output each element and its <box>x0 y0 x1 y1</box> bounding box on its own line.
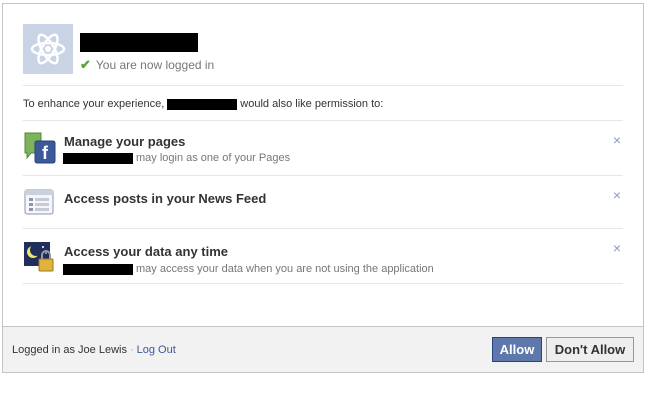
logged-in-as-text: Logged in as Joe Lewis <box>12 344 127 356</box>
remove-permission-button[interactable]: × <box>613 188 621 202</box>
dont-allow-button[interactable]: Don't Allow <box>546 337 634 362</box>
redacted-app-name-inline <box>63 152 133 164</box>
pages-icon: f <box>23 131 56 164</box>
intro-after: would also like permission to: <box>240 98 384 110</box>
dialog-footer: Logged in as Joe Lewis · Log Out Allow Don… <box>3 326 643 372</box>
login-status-text: You are now logged in <box>95 58 215 72</box>
offline-access-icon <box>23 241 55 273</box>
separator: · <box>129 344 134 356</box>
allow-button[interactable]: Allow <box>492 337 542 362</box>
remove-permission-button[interactable]: × <box>613 241 621 255</box>
redacted-app-name-inline <box>63 263 133 275</box>
intro-before: To enhance your experience, <box>23 98 165 110</box>
logout-link[interactable]: Log Out <box>137 344 176 356</box>
checkmark-icon: ✔ <box>80 57 91 72</box>
permission-title: Access your data any time <box>64 244 229 259</box>
permission-title: Access posts in your News Feed <box>64 191 267 206</box>
news-feed-icon <box>23 186 55 218</box>
intro-text: To enhance your experience, would also l… <box>23 98 383 110</box>
permission-item-manage-pages: f Manage your pages may login as one of … <box>23 121 623 175</box>
permission-item-news-feed: Access posts in your News Feed × <box>23 176 623 230</box>
redacted-app-name <box>80 33 198 52</box>
redacted-app-name-inline <box>167 98 238 110</box>
app-header: ✔ You are now logged in <box>23 24 623 76</box>
permission-description: may login as one of your Pages <box>63 152 290 164</box>
permission-description-text: may access your data when you are not us… <box>136 263 434 275</box>
divider <box>23 283 623 284</box>
permission-description-text: may login as one of your Pages <box>136 152 291 164</box>
divider <box>23 85 623 86</box>
svg-text:f: f <box>42 143 49 163</box>
app-logo <box>23 24 73 74</box>
remove-permission-button[interactable]: × <box>613 133 621 147</box>
permission-dialog: ✔ You are now logged in To enhance your … <box>2 3 644 373</box>
login-status: ✔ You are now logged in <box>80 57 214 73</box>
logged-in-info: Logged in as Joe Lewis · Log Out <box>12 344 176 356</box>
permission-title: Manage your pages <box>64 134 186 149</box>
permission-description: may access your data when you are not us… <box>63 263 434 275</box>
atom-icon <box>30 33 66 65</box>
permission-item-offline-access: Access your data any time may access you… <box>23 229 623 283</box>
